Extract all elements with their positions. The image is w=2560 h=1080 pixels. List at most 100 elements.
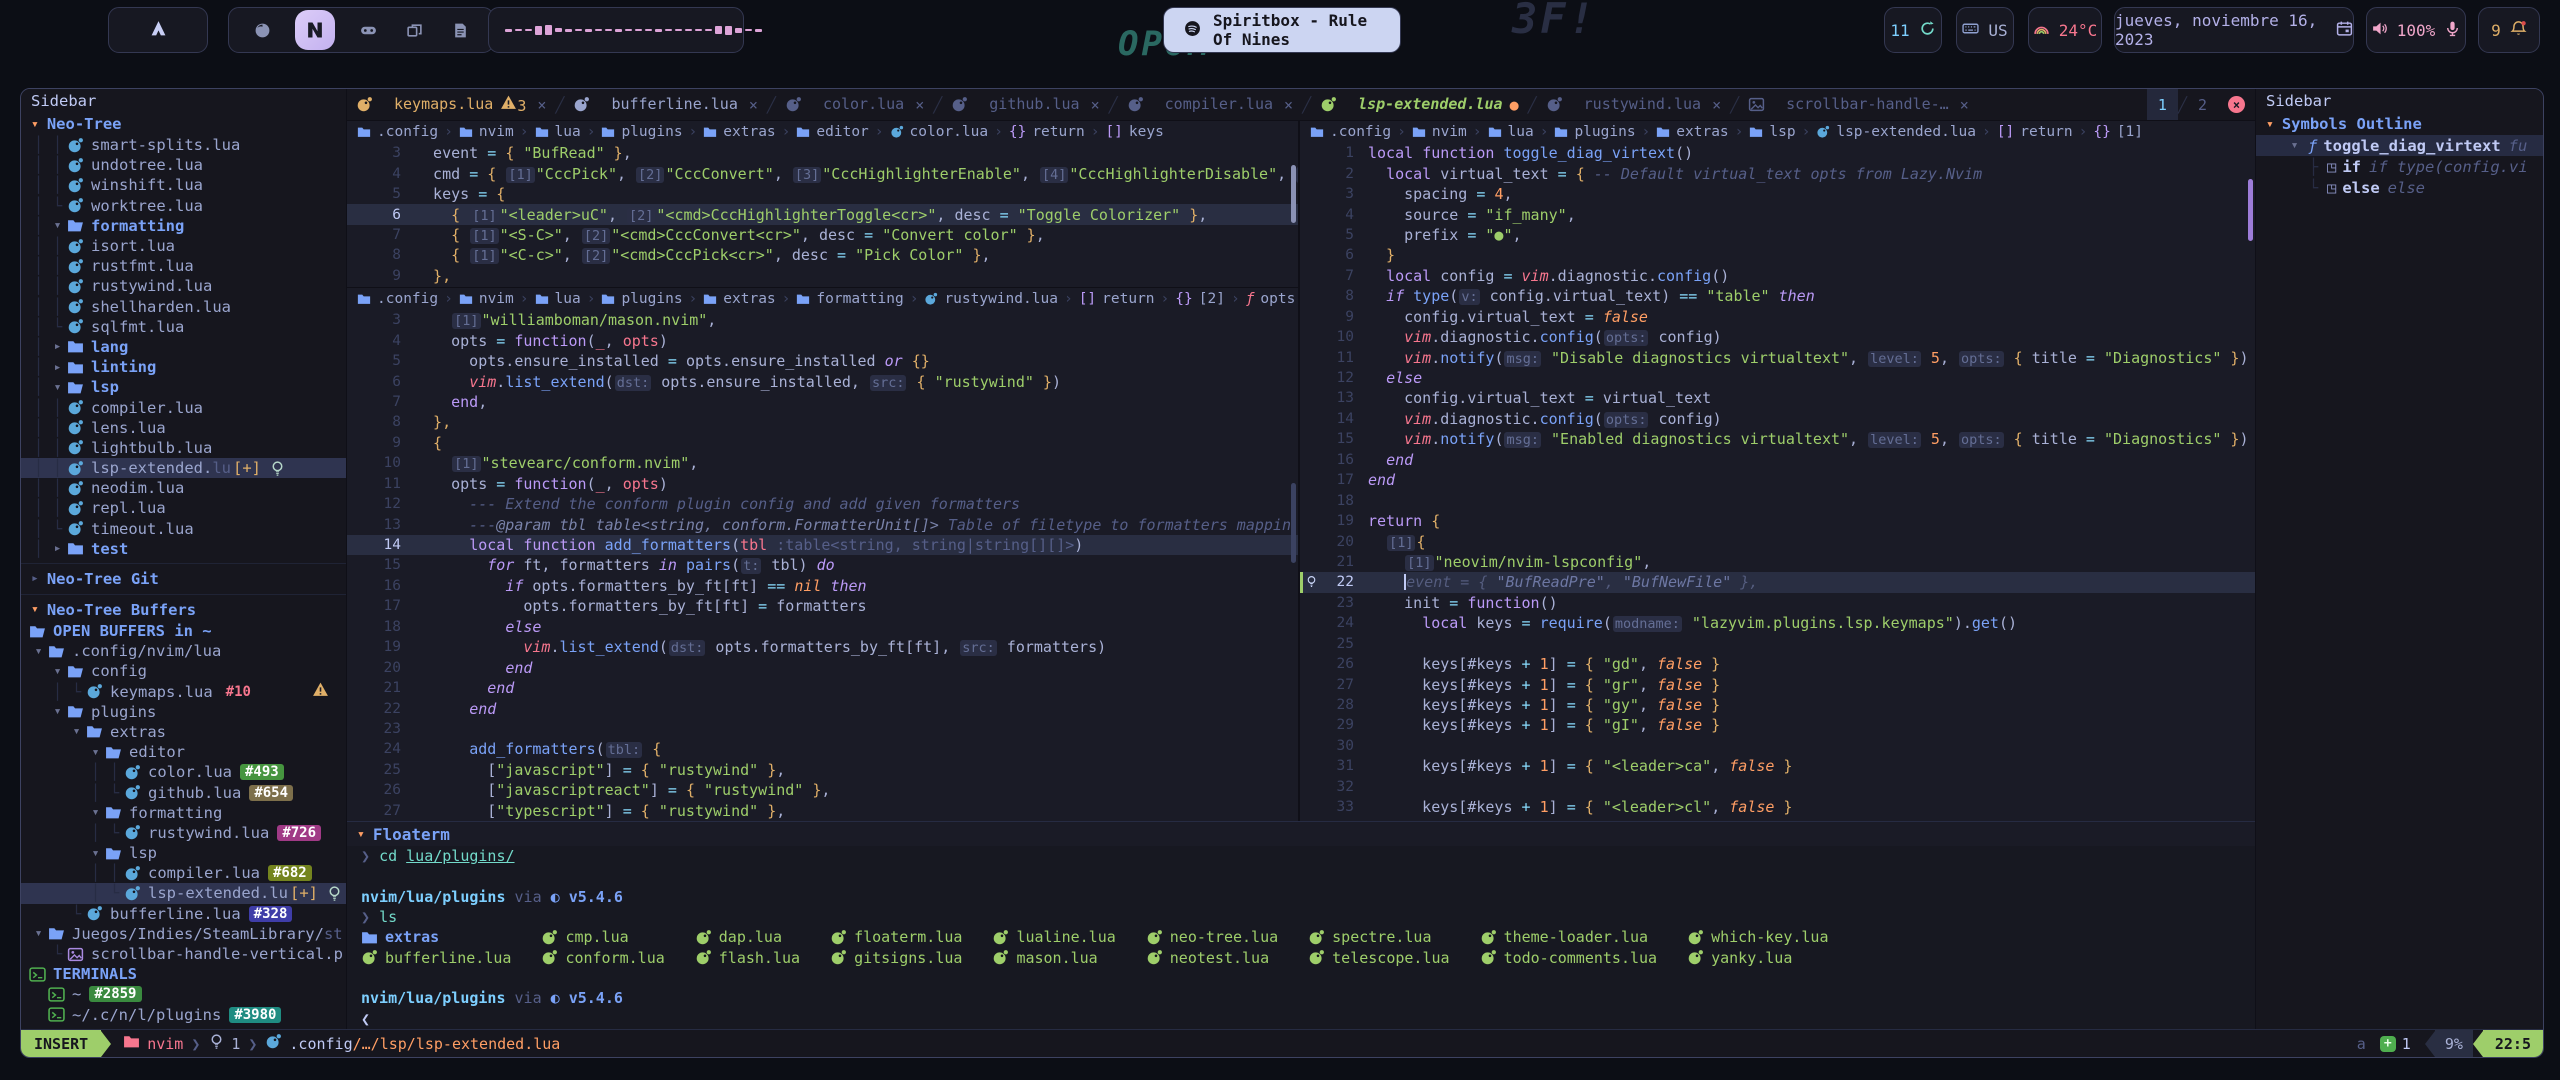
code-line[interactable]: 10 [1]"stevearc/conform.nvim", — [347, 453, 1298, 473]
tree-item[interactable]: ││lightbulb.lua — [21, 438, 346, 458]
breadcrumb-item[interactable]: [2] — [1199, 291, 1225, 307]
tree-item[interactable]: OPEN BUFFERS in ~ — [21, 621, 346, 641]
code-line[interactable]: 12 else — [1300, 368, 2255, 388]
code-line[interactable]: 27 ["typescript"] = { "rustywind" }, — [347, 801, 1298, 821]
code-line[interactable]: 21 end — [347, 678, 1298, 698]
tab-close-icon[interactable]: × — [915, 96, 924, 114]
breadcrumb-item[interactable]: plugins — [621, 291, 682, 307]
neotree-section-header[interactable]: ▾Neo-Tree — [21, 113, 346, 135]
code-line[interactable]: 13 ---@param tbl table<string, conform.F… — [347, 514, 1298, 534]
tab-github-lua[interactable]: github.lua× — [942, 89, 1108, 120]
code-line[interactable]: 19 vim.list_extend(dst: opts.formatters_… — [347, 637, 1298, 657]
code-line[interactable]: 26 ["javascriptreact"] = { "rustywind" }… — [347, 780, 1298, 800]
tree-item[interactable]: ││lsp-extended.lu[+] — [21, 458, 346, 478]
tree-item[interactable]: ▾Juegos/Indies/SteamLibrary/st — [21, 924, 346, 944]
neotree-git-header[interactable]: ▸Neo-Tree Git — [21, 568, 346, 590]
code-line[interactable]: 14 vim.diagnostic.config(opts: config) — [1300, 409, 2255, 429]
workspace-firefox[interactable] — [249, 17, 275, 43]
audio-widget[interactable]: 100% — [2366, 7, 2466, 53]
breadcrumb-item[interactable]: keys — [1129, 124, 1164, 140]
media-player-widget[interactable]: Spiritbox - Rule Of Nines — [1163, 7, 1401, 53]
code-line[interactable]: 22 end — [347, 698, 1298, 718]
code-line[interactable]: 19return { — [1300, 511, 2255, 531]
breadcrumb-item[interactable]: plugins — [1574, 124, 1635, 140]
tree-item[interactable]: │▸lang — [21, 337, 346, 357]
code-line[interactable]: 4 source = "if_many", — [1300, 204, 2255, 224]
tree-item[interactable]: ││shellharden.lua — [21, 297, 346, 317]
floaterm-header[interactable]: ▾Floaterm — [347, 822, 2255, 846]
code-line[interactable]: 1local function toggle_diag_virtext() — [1300, 143, 2255, 163]
symbol-item[interactable]: └◳elseelse — [2256, 177, 2543, 198]
tree-item[interactable]: ││winshift.lua — [21, 175, 346, 195]
code-line[interactable]: 25 ["javascript"] = { "rustywind" }, — [347, 760, 1298, 780]
code-line[interactable]: 5 opts.ensure_installed = opts.ensure_in… — [347, 351, 1298, 371]
tree-item[interactable]: ▾plugins — [21, 702, 346, 722]
app-launcher-button[interactable] — [108, 7, 208, 53]
code-line[interactable]: 15 for ft, formatters in pairs(t: tbl) d… — [347, 555, 1298, 575]
code-line[interactable]: 24 local keys = require(modname: "lazyvi… — [1300, 613, 2255, 633]
breadcrumb-item[interactable]: editor — [816, 124, 868, 140]
code-line[interactable]: 13 config.virtual_text = virtual_text — [1300, 388, 2255, 408]
code-line[interactable]: 16 if opts.formatters_by_ft[ft] == nil t… — [347, 576, 1298, 596]
tree-item[interactable]: ││neodim.lua — [21, 478, 346, 498]
tree-item[interactable]: ▾lsp — [21, 843, 346, 863]
breadcrumb-item[interactable]: nvim — [479, 291, 514, 307]
clock-widget[interactable]: jueves, noviembre 16, 2023 — [2114, 7, 2354, 53]
editor-pane-color[interactable]: .config›nvim›lua›plugins›extras›editor›c… — [347, 121, 1298, 287]
weather-widget[interactable]: 24°C — [2028, 7, 2102, 53]
scrollbar-handle[interactable] — [1291, 483, 1296, 563]
code-line[interactable]: 3 [1]"williamboman/mason.nvim", — [347, 310, 1298, 330]
breadcrumb-item[interactable]: lua — [555, 291, 581, 307]
tree-item[interactable]: ││compiler.lua#682 — [21, 863, 346, 883]
tree-item[interactable]: ▾config — [21, 661, 346, 681]
code-line[interactable]: 7 { [1]"<S-C>", [2]"<cmd>CccConvert<cr>"… — [347, 225, 1298, 245]
updates-widget[interactable]: 11 — [1884, 7, 1942, 53]
scrollbar-handle[interactable] — [1291, 165, 1296, 223]
tree-item[interactable]: ││compiler.lua — [21, 397, 346, 417]
tab-close-icon[interactable]: × — [537, 96, 546, 114]
code-line[interactable]: 6 { [1]"<leader>uC", [2]"<cmd>CccHighlig… — [347, 204, 1298, 224]
code-line[interactable]: 9 config.virtual_text = false — [1300, 307, 2255, 327]
code-line[interactable]: 3 spacing = 4, — [1300, 184, 2255, 204]
breadcrumb-item[interactable]: opts — [1260, 291, 1295, 307]
code-line[interactable]: 16 end — [1300, 450, 2255, 470]
code-line[interactable]: 7 end, — [347, 392, 1298, 412]
code-line[interactable]: 20 end — [347, 657, 1298, 677]
tabpage-1[interactable]: 1 — [2147, 89, 2178, 120]
tab-keymaps-lua[interactable]: keymaps.lua3× — [347, 89, 555, 120]
symbol-item[interactable]: ▾ƒtoggle_diag_virtextfu — [2256, 135, 2543, 156]
code-line[interactable]: 12 --- Extend the conform plugin config … — [347, 494, 1298, 514]
code-line[interactable]: 8 if type(v: config.virtual_text) == "ta… — [1300, 286, 2255, 306]
code-line[interactable]: 22 event = { "BufReadPre", "BufNewFile" … — [1300, 572, 2255, 592]
breadcrumb-item[interactable]: return — [1032, 124, 1084, 140]
editor-pane-rustywind[interactable]: .config›nvim›lua›plugins›extras›formatti… — [347, 287, 1298, 821]
code-line[interactable]: 3 event = { "BufRead" }, — [347, 143, 1298, 163]
symbols-outline-sidebar[interactable]: Sidebar ▾Symbols Outline ▾ƒtoggle_diag_v… — [2255, 89, 2543, 1029]
code-line[interactable]: 8 { [1]"<C-c>", [2]"<cmd>CccPick<cr>", d… — [347, 245, 1298, 265]
tab-close-icon[interactable]: × — [749, 96, 758, 114]
code-line[interactable]: 15 vim.notify(msg: "Enabled diagnostics … — [1300, 429, 2255, 449]
tree-item[interactable]: │▾formatting — [21, 216, 346, 236]
code-line[interactable]: 33 keys[#keys + 1] = { "<leader>cl", fal… — [1300, 797, 2255, 817]
code-line[interactable]: 23 init = function() — [1300, 593, 2255, 613]
tree-item[interactable]: ~/.c/n/l/plugins#3980 — [21, 1005, 346, 1025]
tab-lsp-extended-lua[interactable]: lsp-extended.lua● — [1311, 89, 1528, 120]
breadcrumb-item[interactable]: formatting — [816, 291, 903, 307]
tree-item[interactable]: ~#2859 — [21, 984, 346, 1004]
tree-item[interactable]: ││rustywind.lua — [21, 276, 346, 296]
keyboard-layout-widget[interactable]: US — [1956, 7, 2014, 53]
neotree-buffers-header[interactable]: ▾Neo-Tree Buffers — [21, 599, 346, 621]
code-line[interactable]: 7 local config = vim.diagnostic.config() — [1300, 266, 2255, 286]
code-line[interactable]: 5 prefix = "●", — [1300, 225, 2255, 245]
breadcrumb-item[interactable]: rustywind.lua — [944, 291, 1058, 307]
tree-item[interactable]: ││smart-splits.lua — [21, 135, 346, 155]
code-line[interactable]: 5 keys = { — [347, 184, 1298, 204]
code-line[interactable]: 24 add_formatters(tbl: { — [347, 739, 1298, 759]
tree-item[interactable]: └bufferline.lua#328 — [21, 904, 346, 924]
tree-item[interactable]: │└sqlfmt.lua — [21, 317, 346, 337]
tree-item[interactable]: ││color.lua#493 — [21, 762, 346, 782]
tree-item[interactable]: │▸linting — [21, 357, 346, 377]
tree-item[interactable]: │▸test — [21, 539, 346, 559]
tree-item[interactable]: ││undotree.lua — [21, 155, 346, 175]
tree-item[interactable]: └scrollbar-handle-vertical.p — [21, 944, 346, 964]
